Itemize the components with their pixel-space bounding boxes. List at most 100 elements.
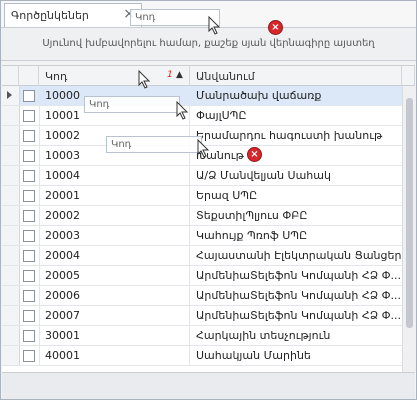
row-checkbox[interactable] bbox=[23, 230, 35, 242]
row-checkbox-cell[interactable] bbox=[19, 266, 40, 285]
table-row[interactable]: 20004 Հայաստանի Էլեկտրական Ցանցեր... bbox=[2, 246, 402, 266]
row-checkbox-cell[interactable] bbox=[19, 306, 40, 325]
cell-name-text: Երազ ՍՊԸ bbox=[196, 189, 258, 202]
row-checkbox-cell[interactable] bbox=[19, 106, 40, 125]
cell-name[interactable]: Կահույք Պռոֆ ՍՊԸ bbox=[190, 226, 402, 245]
cell-code-text: 10002 bbox=[45, 129, 80, 142]
table-row[interactable]: 20007 ԱրմենիաՏելեֆոն Կոմպանի ՀՁ Փ... bbox=[2, 306, 402, 326]
row-checkbox-cell[interactable] bbox=[19, 226, 40, 245]
table-row[interactable]: 10000 Մանրածախ վաճառք bbox=[2, 86, 402, 106]
cell-name-text: ԱրմենիաՏելեֆոն Կոմպանի ՀՁ Փ... bbox=[196, 289, 402, 302]
row-indicator[interactable] bbox=[2, 286, 20, 305]
cell-name[interactable]: Հայաստանի Էլեկտրական Ցանցեր... bbox=[190, 246, 402, 265]
row-indicator[interactable] bbox=[2, 186, 20, 205]
cell-name-text: ՓայլՍՊԸ bbox=[196, 109, 247, 122]
scrollbar-thumb[interactable] bbox=[406, 98, 413, 328]
row-checkbox[interactable] bbox=[23, 110, 35, 122]
tab-partners[interactable]: Գործընկեներ × bbox=[4, 3, 142, 27]
header-corner bbox=[402, 66, 415, 86]
table-row[interactable]: 30001 Հարկային տեսչություն bbox=[2, 326, 402, 346]
column-header-name-label: Անվանում bbox=[196, 70, 255, 83]
cell-code[interactable]: 20006 bbox=[39, 286, 190, 305]
row-checkbox[interactable] bbox=[23, 90, 35, 102]
cell-name-text: Հարկային տեսչություն bbox=[196, 329, 331, 342]
table-row[interactable]: 20003 Կահույք Պռոֆ ՍՊԸ bbox=[2, 226, 402, 246]
row-indicator[interactable] bbox=[2, 126, 20, 145]
row-indicator[interactable] bbox=[2, 226, 20, 245]
row-checkbox[interactable] bbox=[23, 170, 35, 182]
column-header-code[interactable]: Կոդ 1 ▲ bbox=[39, 66, 190, 86]
row-checkbox[interactable] bbox=[23, 210, 35, 222]
table-row[interactable]: 20006 ԱրմենիաՏելեֆոն Կոմպանի ՀՁ Փ... bbox=[2, 286, 402, 306]
row-indicator[interactable] bbox=[2, 306, 20, 325]
row-checkbox-cell[interactable] bbox=[19, 326, 40, 345]
mouse-cursor-icon bbox=[176, 101, 189, 120]
table-row[interactable]: 20001 Երազ ՍՊԸ bbox=[2, 186, 402, 206]
row-indicator[interactable] bbox=[2, 246, 20, 265]
row-checkbox-cell[interactable] bbox=[19, 246, 40, 265]
cell-name[interactable]: Ա/Ձ Մանվելյան Սահակ bbox=[190, 166, 402, 185]
cell-name[interactable]: Հարկային տեսչություն bbox=[190, 326, 402, 345]
cell-code[interactable]: 10004 bbox=[39, 166, 190, 185]
cell-name[interactable]: Սահակյան Մարինե bbox=[190, 346, 402, 365]
mouse-cursor-icon bbox=[208, 16, 221, 35]
row-indicator[interactable] bbox=[2, 266, 20, 285]
row-checkbox[interactable] bbox=[23, 350, 35, 362]
checkbox-header[interactable] bbox=[19, 66, 39, 86]
cell-name[interactable]: Երամարդու հագուստի խանութ bbox=[190, 126, 402, 145]
column-header-code-label: Կոդ bbox=[45, 70, 68, 83]
table-row[interactable]: 20002 ՏեքստիլՊլյուս ՓԲԸ bbox=[2, 206, 402, 226]
row-indicator[interactable] bbox=[2, 86, 20, 105]
cell-name[interactable]: ԱրմենիաՏելեֆոն Կոմպանի ՀՁ Փ... bbox=[190, 266, 402, 285]
cell-name[interactable]: Մանրածախ վաճառք bbox=[190, 86, 402, 105]
cell-code[interactable]: 20002 bbox=[39, 206, 190, 225]
vertical-scrollbar[interactable] bbox=[402, 86, 416, 372]
cell-code[interactable]: 20001 bbox=[39, 186, 190, 205]
cell-name[interactable]: Երազ ՍՊԸ bbox=[190, 186, 402, 205]
row-checkbox[interactable] bbox=[23, 330, 35, 342]
table-row[interactable]: 40001 Սահակյան Մարինե bbox=[2, 346, 402, 366]
row-checkbox[interactable] bbox=[23, 290, 35, 302]
column-header-name[interactable]: Անվանում bbox=[190, 66, 402, 86]
table-row[interactable]: 10001 ՓայլՍՊԸ bbox=[2, 106, 402, 126]
cell-code[interactable]: 30001 bbox=[39, 326, 190, 345]
row-checkbox-cell[interactable] bbox=[19, 186, 40, 205]
cell-code[interactable]: 40001 bbox=[39, 346, 190, 365]
cell-name-text: Կահույք Պռոֆ ՍՊԸ bbox=[196, 229, 308, 242]
row-checkbox-cell[interactable] bbox=[19, 166, 40, 185]
row-checkbox-cell[interactable] bbox=[19, 286, 40, 305]
row-indicator[interactable] bbox=[2, 166, 20, 185]
row-indicator[interactable] bbox=[2, 146, 20, 165]
row-checkbox[interactable] bbox=[23, 250, 35, 262]
row-checkbox[interactable] bbox=[23, 190, 35, 202]
cell-code-text: 10001 bbox=[45, 109, 80, 122]
cell-code-text: 10000 bbox=[45, 89, 80, 102]
row-checkbox-cell[interactable] bbox=[19, 86, 40, 105]
cell-name[interactable]: Խանութ N bbox=[190, 146, 402, 165]
row-checkbox-cell[interactable] bbox=[19, 126, 40, 145]
row-checkbox[interactable] bbox=[23, 130, 35, 142]
table-row[interactable]: 20005 ԱրմենիաՏելեֆոն Կոմպանի ՀՁ Փ... bbox=[2, 266, 402, 286]
cell-name[interactable]: ՏեքստիլՊլյուս ՓԲԸ bbox=[190, 206, 402, 225]
table-row[interactable]: 10004 Ա/Ձ Մանվելյան Սահակ bbox=[2, 166, 402, 186]
row-indicator[interactable] bbox=[2, 206, 20, 225]
row-indicator-header bbox=[2, 66, 19, 86]
row-indicator[interactable] bbox=[2, 346, 20, 365]
row-indicator[interactable] bbox=[2, 326, 20, 345]
row-checkbox[interactable] bbox=[23, 270, 35, 282]
row-checkbox[interactable] bbox=[23, 310, 35, 322]
cell-name[interactable]: ԱրմենիաՏելեֆոն Կոմպանի ՀՁ Փ... bbox=[190, 306, 402, 325]
row-checkbox-cell[interactable] bbox=[19, 346, 40, 365]
cell-name-text: Երամարդու հագուստի խանութ bbox=[196, 129, 383, 142]
cell-name[interactable]: ՓայլՍՊԸ bbox=[190, 106, 402, 125]
cell-code[interactable]: 20004 bbox=[39, 246, 190, 265]
cell-code[interactable]: 20005 bbox=[39, 266, 190, 285]
row-indicator[interactable] bbox=[2, 106, 20, 125]
cell-name[interactable]: ԱրմենիաՏելեֆոն Կոմպանի ՀՁ Փ... bbox=[190, 286, 402, 305]
row-checkbox[interactable] bbox=[23, 150, 35, 162]
cell-code[interactable]: 20003 bbox=[39, 226, 190, 245]
row-checkbox-cell[interactable] bbox=[19, 206, 40, 225]
drag-ghost-label: Կոդ bbox=[89, 99, 110, 110]
row-checkbox-cell[interactable] bbox=[19, 146, 40, 165]
cell-code[interactable]: 20007 bbox=[39, 306, 190, 325]
